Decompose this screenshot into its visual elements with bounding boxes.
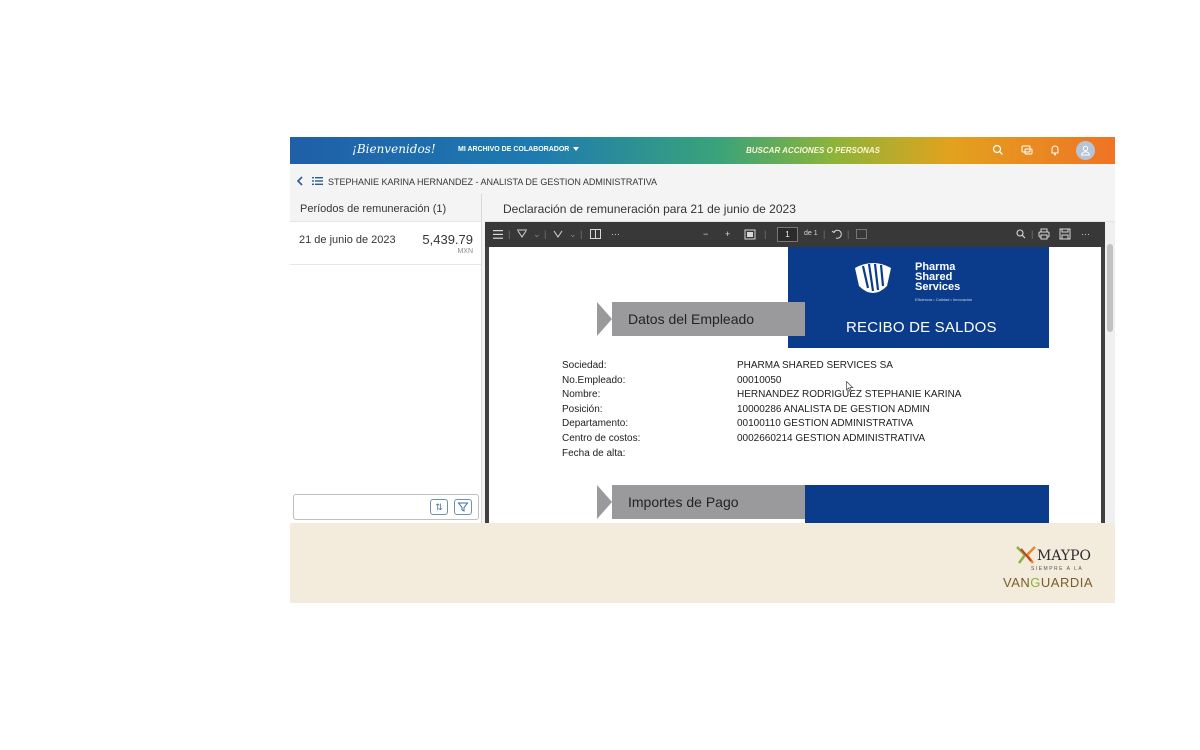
payments-heading: Importes de Pago [628,494,739,510]
page-header: STEPHANIE KARINA HERNANDEZ - ANALISTA DE… [290,174,1115,192]
field-value: PHARMA SHARED SERVICES SA [737,360,893,371]
zoom-out-icon[interactable]: − [703,229,708,239]
pdf-toolbar: | ⌄ | ⌄ | ··· − + | 1 de 1 | | | ··· [485,222,1115,247]
scrollbar-thumb[interactable] [1107,244,1113,332]
print-icon[interactable] [1038,228,1050,240]
field-label: Posición: [562,403,603,415]
receipt-title: RECIBO DE SALDOS [846,319,997,336]
draw-icon[interactable] [552,228,564,240]
more-icon[interactable]: ··· [611,229,620,239]
list-toolbar: ⇅ [293,494,479,520]
fit-page-icon[interactable] [744,229,756,240]
user-icon [1080,145,1091,156]
page-number-input[interactable]: 1 [777,227,798,242]
maypo-logo: MAYPO SIEMPRE A LA VANGUARDIA [1003,545,1113,593]
employee-data-banner: Datos del Empleado [597,302,805,336]
filter-icon [457,502,469,512]
field-label: Centro de costos: [562,432,641,444]
maypo-star-icon [1016,546,1036,564]
employee-file-menu[interactable]: MI ARCHIVO DE COLABORADOR [458,146,580,153]
back-arrow-icon[interactable] [296,175,305,187]
field-label: Departamento: [562,418,629,430]
field-label: Nombre: [562,389,601,401]
menu-label: MI ARCHIVO DE COLABORADOR [458,146,570,153]
two-page-icon[interactable] [856,229,867,239]
maypo-name: MAYPO [1037,548,1092,564]
page-view-icon[interactable] [590,229,601,239]
brand-tagline: Eficiencia • Calidad • Innovación [915,297,973,302]
maypo-tagline: VANGUARDIA [1003,575,1093,590]
pharma-logo-icon [855,263,891,293]
receipt-header-block: Pharma Shared Services Eficiencia • Cali… [788,247,1049,348]
periods-title: Períodos de remuneración (1) [290,194,481,222]
field-values: PHARMA SHARED SERVICES SA 00010050 HERNA… [737,359,1037,461]
footer-banner: MAYPO SIEMPRE A LA VANGUARDIA [290,523,1115,603]
field-value: HERNANDEZ RODRIGUEZ STEPHANIE KARINA [737,389,962,401]
pdf-viewer: | ⌄ | ⌄ | ··· − + | 1 de 1 | | | ··· Pha… [485,222,1115,523]
chevron-down-icon[interactable]: ⌄ [569,229,577,240]
field-labels: Sociedad: No.Empleado: Nombre: Posición:… [562,359,732,461]
tagline-part: VAN [1003,575,1031,590]
filter-button[interactable] [454,499,472,515]
field-value [737,447,1037,462]
search-icon[interactable] [991,143,1005,157]
rotate-icon[interactable] [831,228,843,240]
zoom-in-icon[interactable]: + [725,229,730,239]
app-window: ¡Bienvenidos! MI ARCHIVO DE COLABORADOR … [290,137,1115,603]
field-value: 0002660214 GESTION ADMINISTRATIVA [737,432,926,444]
search-icon[interactable] [1015,228,1027,240]
top-bar: ¡Bienvenidos! MI ARCHIVO DE COLABORADOR … [290,137,1115,164]
field-value: 10000286 ANALISTA DE GESTION ADMIN [737,403,930,415]
sort-button[interactable]: ⇅ [430,499,448,515]
field-value: 00010050 [737,374,782,386]
maypo-subtitle: SIEMPRE A LA [1031,566,1084,572]
payments-header-block [805,485,1049,523]
list-icon[interactable] [312,176,323,186]
field-label: Sociedad: [562,360,607,371]
pdf-page: Pharma Shared Services Eficiencia • Cali… [489,247,1101,523]
statement-title: Declaración de remuneración para 21 de j… [484,194,1115,222]
page-count: de 1 [804,230,818,237]
pdf-scrollbar[interactable] [1105,222,1115,523]
field-label: Fecha de alta: [562,447,626,459]
chevron-down-icon[interactable]: ⌄ [533,229,541,240]
search-actions-input[interactable]: BUSCAR ACCIONES O PERSONAS [746,146,880,155]
field-value: 00100110 GESTION ADMINISTRATIVA [737,418,914,430]
brand-name: Pharma Shared Services [915,262,961,293]
user-avatar[interactable] [1076,141,1095,160]
period-item[interactable]: 21 de junio de 2023 5,439.79 MXN [290,222,481,265]
outline-icon[interactable] [493,230,503,239]
more-options-icon[interactable]: ··· [1081,229,1090,239]
highlight-icon[interactable] [516,228,528,240]
tagline-part: G [1030,575,1041,590]
period-currency: MXN [457,248,473,255]
mouse-cursor-icon [846,381,854,393]
chevron-down-icon [573,147,580,152]
welcome-logo[interactable]: ¡Bienvenidos! [352,142,436,156]
field-label: No.Empleado: [562,374,626,386]
tagline-part: UARDIA [1040,575,1094,590]
save-icon[interactable] [1059,228,1071,240]
screen: ¡Bienvenidos! MI ARCHIVO DE COLABORADOR … [0,0,1200,750]
chat-icon[interactable] [1020,143,1034,157]
payments-banner: Importes de Pago [597,485,805,519]
period-amount: 5,439.79 [422,232,473,247]
employee-title: STEPHANIE KARINA HERNANDEZ - ANALISTA DE… [328,177,658,187]
employee-data-heading: Datos del Empleado [628,311,755,327]
bell-icon[interactable] [1048,143,1062,157]
period-date: 21 de junio de 2023 [299,234,396,246]
brand-line: Services [915,281,961,293]
